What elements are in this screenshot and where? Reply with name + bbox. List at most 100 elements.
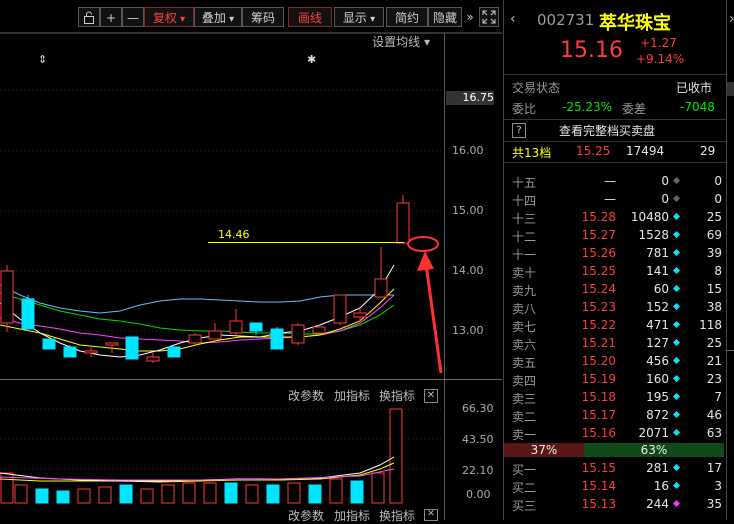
- candle-body: [105, 342, 119, 346]
- book-volume: 127: [646, 336, 669, 350]
- book-price: 15.23: [581, 300, 616, 314]
- total-price: 15.25: [576, 144, 611, 158]
- ma-settings[interactable]: 设置均线 ▾: [372, 33, 430, 50]
- last-price: 15.16: [560, 38, 623, 63]
- xianshi-dropdown[interactable]: 显示: [334, 7, 384, 27]
- volume-bar: [287, 482, 301, 504]
- candle-body: [0, 270, 14, 324]
- order-flag-icon: [672, 499, 681, 508]
- up-down-marker: ⇕: [38, 53, 48, 66]
- book-volume: 160: [646, 372, 669, 386]
- chouma-button[interactable]: 筹码: [242, 7, 284, 27]
- close-icon[interactable]: ✕: [424, 509, 438, 521]
- volume-bar: [371, 472, 385, 504]
- volume-bar: [203, 482, 217, 504]
- book-price: 15.28: [581, 210, 616, 224]
- book-count: 3: [714, 479, 722, 493]
- full-book-link[interactable]: 查看完整档买卖盘: [559, 122, 655, 139]
- price-tick: 16.00: [452, 144, 484, 157]
- book-level-label: 十二: [512, 230, 537, 244]
- volume-bar: [119, 484, 133, 504]
- price-tick: 15.00: [452, 204, 484, 217]
- volume-bar: [182, 482, 196, 504]
- fuquan-dropdown[interactable]: 复权: [144, 7, 194, 27]
- order-flag-icon: [672, 338, 681, 347]
- weicha-value: -7048: [680, 100, 715, 114]
- book-level-label: 卖九: [512, 284, 537, 298]
- more-button[interactable]: »: [462, 7, 478, 27]
- book-volume: 16: [653, 479, 669, 493]
- quote-panel: ‹ 002731 萃华珠宝 › 15.16 +1.27 +9.14% 交易状态 …: [503, 0, 734, 520]
- zoom-in-button[interactable]: +: [100, 7, 122, 27]
- huaxian-button[interactable]: 画线: [288, 7, 332, 27]
- price-tick: 14.00: [452, 264, 484, 277]
- candle-body: [353, 312, 367, 318]
- side-tab-active[interactable]: [727, 82, 734, 96]
- add-indicator-button-2[interactable]: 加指标: [334, 507, 370, 524]
- switch-indicator-button[interactable]: 换指标: [379, 387, 415, 404]
- candle-body: [291, 324, 305, 344]
- jianyue-button[interactable]: 简约: [386, 7, 428, 27]
- total-vol: 17494: [626, 144, 665, 158]
- book-count: 39: [706, 246, 722, 260]
- lock-icon[interactable]: [78, 7, 100, 27]
- side-tab-strip[interactable]: [726, 0, 734, 520]
- order-flag-icon: [672, 428, 681, 437]
- book-level-label: 买三: [512, 499, 537, 513]
- order-flag-icon: [672, 194, 681, 203]
- candle-body: [146, 356, 160, 362]
- order-flag-icon: [672, 302, 681, 311]
- kline-chart[interactable]: 设置均线 ▾ ⇕ ✱ 14.46 16.75 16.00 15.00 14.00…: [0, 33, 502, 523]
- order-flag-icon: [672, 463, 681, 472]
- order-flag-icon: [672, 266, 681, 275]
- order-flag-icon: [672, 176, 681, 185]
- order-flag-icon: [672, 230, 681, 239]
- book-count: 25: [706, 336, 722, 350]
- book-price: 15.18: [581, 390, 616, 404]
- book-price: —: [604, 192, 616, 206]
- zoom-out-button[interactable]: —: [122, 7, 144, 27]
- book-volume: 195: [646, 390, 669, 404]
- help-icon[interactable]: ?: [512, 123, 526, 138]
- book-level-label: 卖十: [512, 266, 537, 280]
- level-price-label: 14.46: [218, 228, 250, 241]
- book-level-label: 卖五: [512, 356, 537, 370]
- candle-body: [374, 278, 388, 298]
- book-count: 35: [706, 497, 722, 511]
- book-price: 15.19: [581, 372, 616, 386]
- sell-ratio: 63%: [584, 443, 724, 457]
- edit-params-button[interactable]: 改参数: [288, 387, 324, 404]
- stock-code: 002731: [537, 11, 595, 29]
- candle-body: [249, 322, 263, 332]
- diejia-dropdown[interactable]: 叠加: [194, 7, 242, 27]
- vol-tick: 43.50: [462, 433, 494, 446]
- book-level-label: 卖一: [512, 428, 537, 442]
- yincang-button[interactable]: 隐藏: [428, 7, 462, 27]
- candle-body: [21, 298, 35, 330]
- order-flag-icon: [672, 248, 681, 257]
- candle-body: [125, 336, 139, 360]
- order-flag-icon: [672, 374, 681, 383]
- volume-bar: [329, 478, 343, 504]
- edit-params-button-2[interactable]: 改参数: [288, 507, 324, 524]
- book-count: 63: [706, 426, 722, 440]
- book-count: 0: [714, 174, 722, 188]
- book-volume: 471: [646, 318, 669, 332]
- candle-body: [63, 346, 77, 358]
- book-volume: 141: [646, 264, 669, 278]
- add-indicator-button[interactable]: 加指标: [334, 387, 370, 404]
- order-flag-icon: [672, 356, 681, 365]
- star-marker: ✱: [307, 53, 317, 66]
- volume-bar: [14, 484, 28, 504]
- switch-indicator-button-2[interactable]: 换指标: [379, 507, 415, 524]
- book-volume: 456: [646, 354, 669, 368]
- order-flag-icon: [672, 481, 681, 490]
- expand-icon[interactable]: [479, 7, 499, 27]
- back-icon[interactable]: ‹: [510, 11, 516, 27]
- close-icon[interactable]: ✕: [424, 389, 438, 403]
- weibi-label: 委比: [512, 102, 537, 116]
- volume-bar: [140, 488, 154, 504]
- book-volume: 0: [661, 174, 669, 188]
- side-divider: [726, 350, 734, 351]
- book-price: 15.26: [581, 246, 616, 260]
